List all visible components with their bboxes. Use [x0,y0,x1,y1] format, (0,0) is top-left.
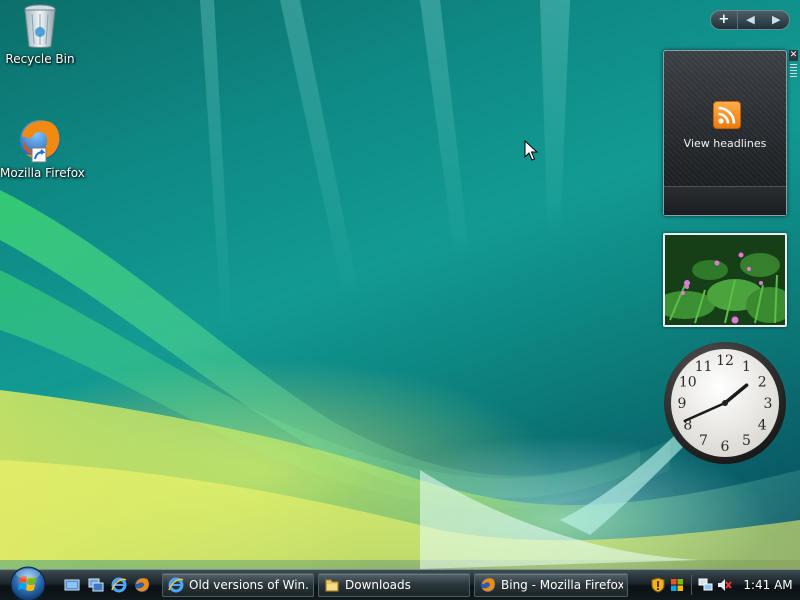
slideshow-gadget[interactable] [663,233,787,327]
mouse-cursor-icon [524,140,538,161]
taskbar-button-label: Old versions of Win... [189,578,309,592]
clock-number: 11 [695,359,713,375]
firefox-icon [481,578,495,592]
clock-number: 4 [758,418,767,434]
taskbar-button-label: Bing - Mozilla Firefox [501,578,623,592]
volume-muted-icon[interactable] [716,577,732,593]
clock-number: 6 [721,439,730,455]
clock-number: 10 [679,375,697,391]
clock-gadget[interactable]: 12 1 2 3 4 5 6 7 8 9 10 11 [662,340,788,466]
clock-number: 3 [764,396,773,412]
analog-clock: 12 1234567891011 [664,342,786,464]
taskbar: Old versions of Win... Downloads Bing - … [0,566,800,600]
start-button[interactable] [6,565,50,600]
gadget-toolbar: + ◀ ▶ [710,10,790,30]
clock-number: 1 [742,359,751,375]
switch-windows-icon[interactable] [88,577,104,593]
gadget-drag-handle[interactable] [790,64,797,78]
view-headlines-link[interactable]: View headlines [664,137,786,150]
desktop-icon-label: Recycle Bin [5,52,75,66]
gadget-close-button[interactable]: ✕ [789,50,798,61]
taskbar-button-label: Downloads [345,578,411,592]
firefox-icon[interactable] [134,577,150,593]
add-gadget-button[interactable]: + [711,11,738,29]
taskbar-button-ie[interactable]: Old versions of Win... [162,573,314,597]
flowers-photo [665,235,785,325]
security-shield-icon[interactable] [650,577,666,593]
desktop-icon-recycle-bin[interactable]: Recycle Bin [0,2,80,66]
desktop-icon-label: Mozilla Firefox [0,166,85,180]
taskbar-button-downloads[interactable]: Downloads [318,573,470,597]
tray-divider [691,575,692,595]
taskbar-clock[interactable]: 1:41 AM [738,572,798,598]
firefox-icon [20,120,60,163]
recycle-bin-icon [24,4,56,48]
desktop-icon-firefox[interactable]: Mozilla Firefox [0,116,85,180]
taskbar-button-firefox[interactable]: Bing - Mozilla Firefox [474,573,628,597]
clock-number: 12 [716,353,734,369]
network-icon[interactable] [698,577,714,593]
show-desktop-icon[interactable] [64,577,80,593]
previous-gadget-page-button[interactable]: ◀ [738,11,764,29]
windows-flag-icon[interactable] [669,577,685,593]
clock-number: 2 [758,375,767,391]
feed-headlines-gadget[interactable]: View headlines [663,50,787,216]
folder-icon [325,579,339,592]
windows-orb-icon [10,566,46,600]
internet-explorer-icon[interactable] [111,577,127,593]
feed-gadget-footer [664,186,786,215]
internet-explorer-icon [168,577,184,593]
clock-number: 7 [699,433,708,449]
notification-area: 1:41 AM [646,572,800,598]
clock-number: 5 [742,433,751,449]
rss-icon [713,101,741,129]
clock-number: 9 [678,396,687,412]
next-gadget-page-button[interactable]: ▶ [763,11,789,29]
desktop[interactable]: Recycle Bin Mozilla Firefox + ◀ ▶ View h… [0,0,800,600]
